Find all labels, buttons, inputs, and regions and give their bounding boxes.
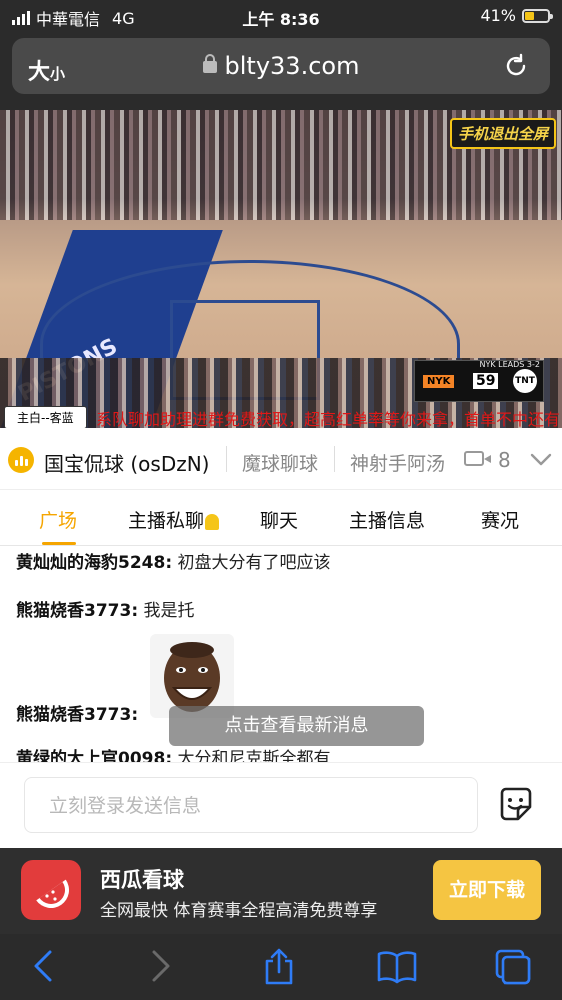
chevron-down-icon[interactable] — [530, 448, 552, 474]
share-icon[interactable] — [262, 948, 296, 990]
exit-fullscreen-button[interactable]: 手机退出全屏 — [449, 118, 556, 149]
viewer-count: 8 — [498, 448, 511, 472]
bookmarks-icon[interactable] — [376, 948, 418, 988]
channel-bar: 国宝侃球 (osDzN) 魔球聊球 神射手阿汤 8 — [0, 428, 562, 490]
tab-chat[interactable]: 聊天 — [260, 506, 298, 533]
chat-text: 初盘大分有了吧应该 — [177, 553, 331, 573]
team-color-toggle[interactable]: 主白--客蓝 — [4, 406, 87, 428]
message-composer: 立刻登录发送信息 — [0, 762, 562, 848]
address-bar[interactable]: 大小 blty33.com — [12, 38, 550, 94]
status-time: 上午 8:36 — [242, 10, 320, 29]
battery-percent: 41% — [480, 6, 516, 25]
reload-icon[interactable] — [502, 52, 530, 84]
tab-match-status[interactable]: 赛况 — [481, 506, 519, 533]
score-value: 59 — [473, 373, 499, 389]
forward-icon[interactable] — [148, 948, 174, 988]
chat-feed[interactable]: 黄灿灿的海豹5248: 初盘大分有了吧应该 熊猫烧香3773: 我是托 熊猫烧香… — [0, 546, 562, 762]
status-bar: 中華電信 4G 上午 8:36 41% — [0, 0, 562, 32]
channel-divider — [226, 446, 227, 472]
camera-icon[interactable] — [464, 451, 491, 466]
channel-tab-3[interactable]: 神射手阿汤 — [350, 449, 445, 476]
series-status: NYK LEADS 3-2 — [479, 360, 541, 369]
new-message-toast[interactable]: 点击查看最新消息 — [169, 706, 424, 746]
tnt-logo: TNT — [513, 369, 537, 393]
ad-title: 西瓜看球 — [100, 868, 184, 892]
lock-icon — [202, 54, 217, 73]
chat-text: 大分和尼克斯全都有 — [177, 749, 331, 762]
download-button[interactable]: 立即下载 — [433, 860, 541, 920]
tabs-icon[interactable] — [494, 948, 534, 990]
browser-toolbar — [0, 934, 562, 1000]
channel-active[interactable]: 国宝侃球 (osDzN) — [44, 448, 209, 477]
browser-header: 大小 blty33.com — [0, 32, 562, 110]
active-tab-indicator — [42, 542, 76, 545]
tab-private-chat-label: 主播私聊 — [128, 510, 205, 532]
status-right: 41% — [480, 6, 553, 25]
ad-subtitle: 全网最快 体育赛事全程高清免费尊享 — [100, 901, 378, 921]
video-player[interactable]: PISTONS 手机退出全屏 NYK 59 TNT NYK LEADS 3-2 … — [0, 110, 562, 428]
channel-tab-2[interactable]: 魔球聊球 — [242, 449, 318, 476]
chat-user: 熊猫烧香3773: — [16, 705, 139, 725]
message-input-placeholder: 立刻登录发送信息 — [39, 786, 463, 826]
video-ticker: 系队聊加助理进群免费获取，超高红单率等你来拿，首单不中还有 — [96, 410, 561, 428]
chat-text: 我是托 — [143, 601, 195, 621]
url-domain[interactable]: blty33.com — [12, 52, 550, 80]
emoji-icon[interactable] — [496, 785, 536, 829]
domain-text: blty33.com — [224, 52, 360, 80]
watermelon-logo-icon — [21, 860, 81, 920]
live-icon — [8, 447, 34, 473]
tab-host-info[interactable]: 主播信息 — [349, 506, 425, 533]
chat-user: 黄灿灿的海豹5248: — [16, 553, 173, 573]
chat-message: 熊猫烧香3773: 我是托 — [16, 596, 195, 621]
chat-user: 黄绿的大上官0098: — [16, 749, 173, 762]
chat-message: 黄灿灿的海豹5248: 初盘大分有了吧应该 — [16, 548, 331, 573]
chat-message: 熊猫烧香3773: — [16, 700, 138, 725]
bell-icon — [205, 513, 220, 530]
score-team: NYK — [423, 375, 455, 388]
app-download-banner[interactable]: 西瓜看球 全网最快 体育赛事全程高清免费尊享 立即下载 — [0, 848, 562, 934]
chat-message: 黄绿的大上官0098: 大分和尼克斯全都有 — [16, 744, 331, 762]
back-icon[interactable] — [30, 948, 56, 988]
battery-icon — [522, 8, 553, 23]
tab-bar: 广场 主播私聊 聊天 主播信息 赛况 — [0, 490, 562, 546]
tab-square[interactable]: 广场 — [39, 506, 77, 533]
tab-private-chat[interactable]: 主播私聊 — [128, 506, 220, 533]
chat-user: 熊猫烧香3773: — [16, 601, 139, 621]
channel-divider — [334, 446, 335, 472]
message-input[interactable]: 立刻登录发送信息 — [24, 777, 478, 833]
